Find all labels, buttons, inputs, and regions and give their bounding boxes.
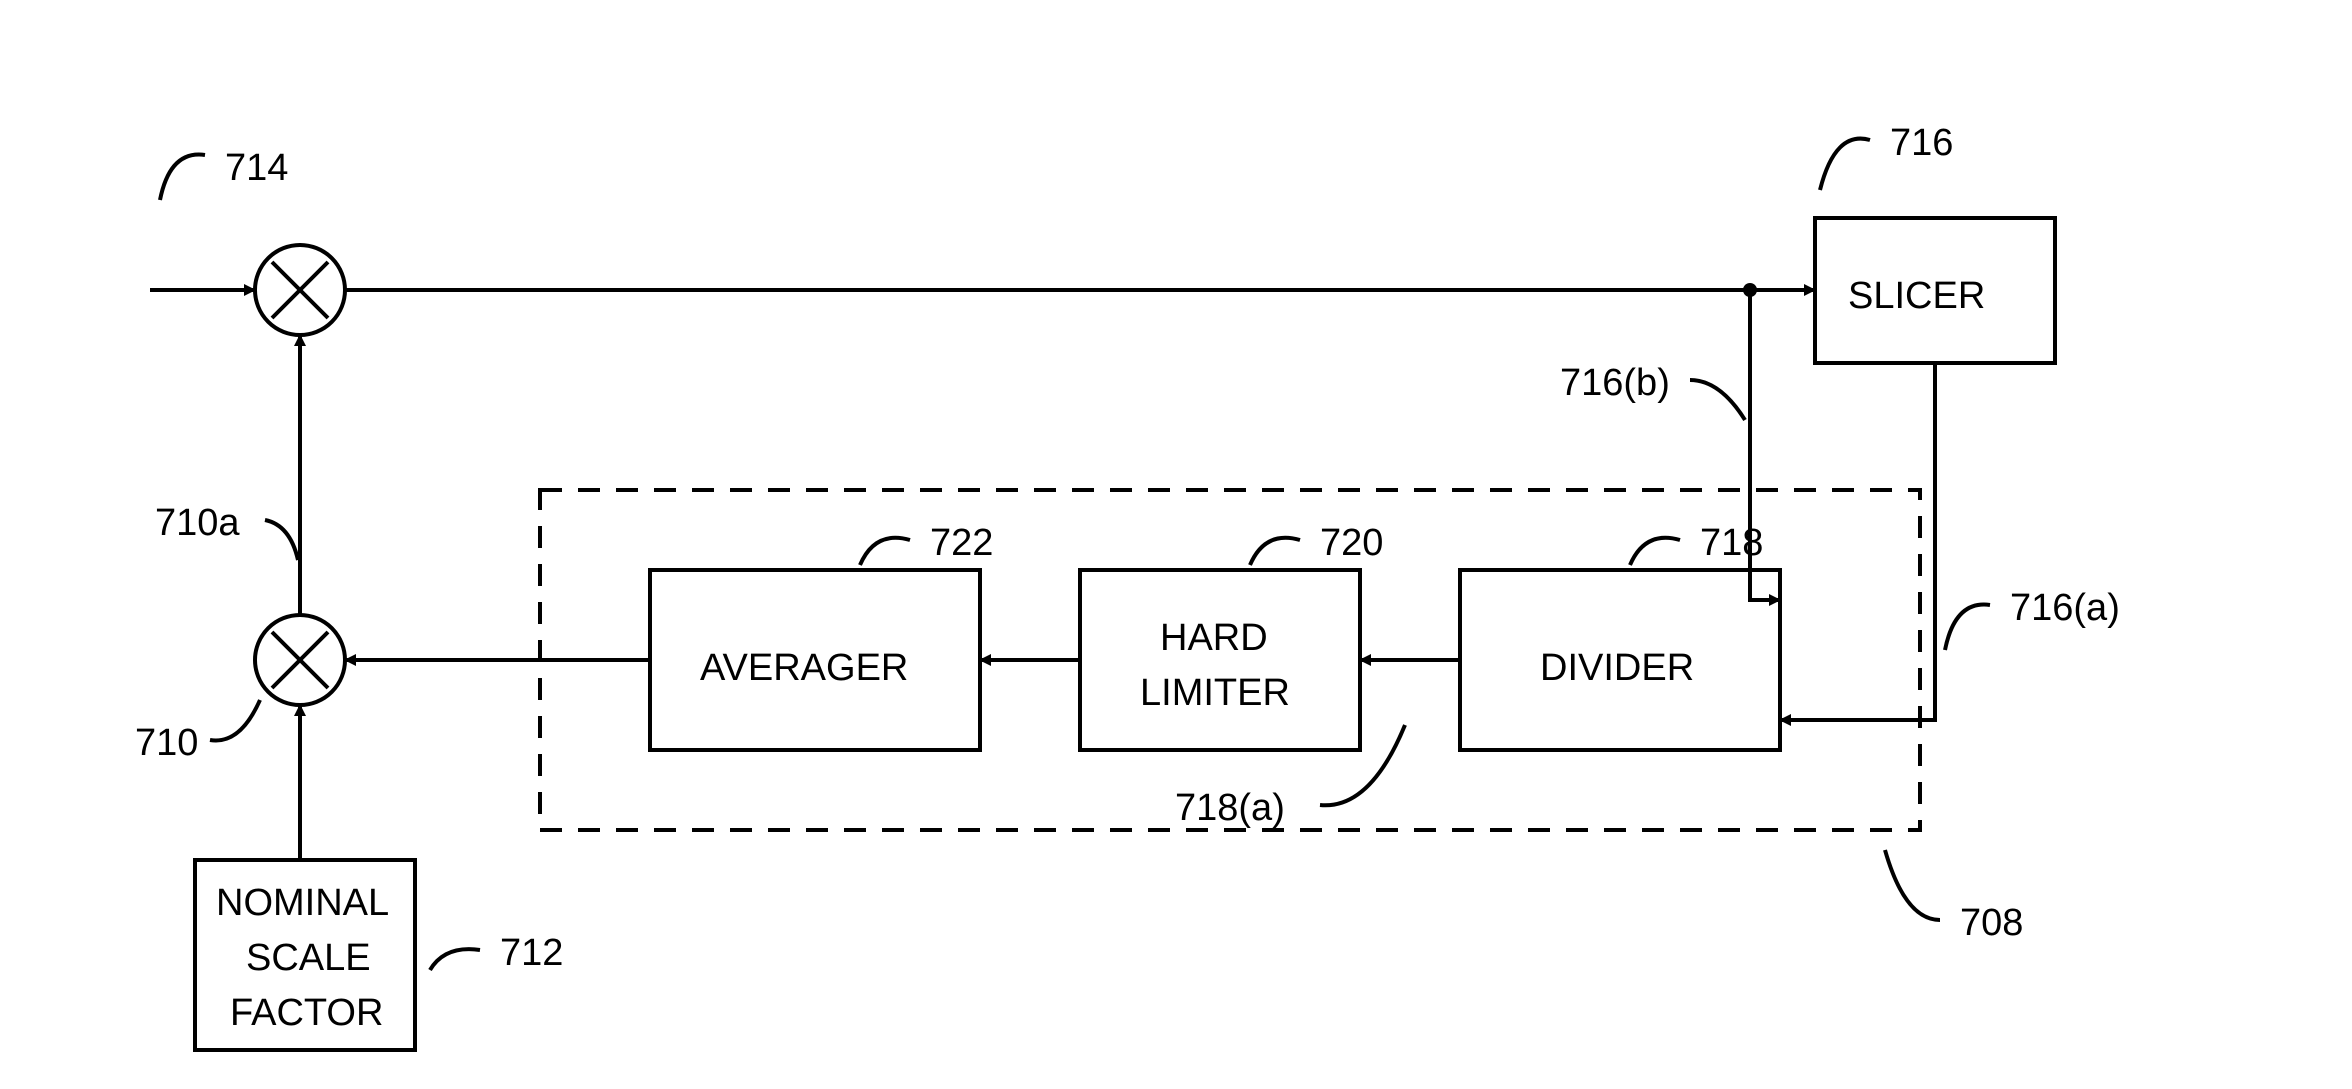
ref-leader (210, 700, 260, 741)
ref-716a: 716(a) (2010, 587, 2120, 629)
ref-leader (1250, 538, 1300, 565)
ref-leader (1885, 850, 1940, 920)
multiplier-lower (255, 615, 345, 705)
junction-dot (1743, 283, 1757, 297)
limiter-label-2: LIMITER (1140, 672, 1290, 714)
scale-l1: NOMINAL (216, 882, 389, 924)
ref-leader (1945, 605, 1990, 650)
ref-714: 714 (225, 147, 288, 189)
ref-leader (265, 520, 298, 560)
ref-leader (1690, 380, 1745, 420)
hard-limiter-block (1080, 570, 1360, 750)
ref-718a: 718(a) (1175, 787, 1285, 829)
ref-712: 712 (500, 932, 563, 974)
ref-leader (1630, 538, 1680, 565)
scale-l3: FACTOR (230, 992, 383, 1034)
multiplier-upper (255, 245, 345, 335)
ref-718: 718 (1700, 522, 1763, 564)
ref-leader (430, 949, 480, 970)
scale-l2: SCALE (246, 937, 371, 979)
ref-720: 720 (1320, 522, 1383, 564)
ref-722: 722 (930, 522, 993, 564)
ref-710: 710 (135, 722, 198, 764)
block-diagram: 714 SLICER 716 708 DIVIDER 718 HARD LIMI… (0, 0, 2352, 1089)
averager-label: AVERAGER (700, 647, 908, 689)
ref-716: 716 (1890, 122, 1953, 164)
signal-716a (1780, 363, 1935, 720)
ref-708: 708 (1960, 902, 2023, 944)
ref-leader (160, 155, 205, 200)
ref-716b: 716(b) (1560, 362, 1670, 404)
divider-label: DIVIDER (1540, 647, 1694, 689)
ref-leader (860, 538, 910, 565)
ref-leader (1320, 725, 1405, 805)
ref-710a: 710a (155, 502, 240, 544)
slicer-label: SLICER (1848, 275, 1985, 317)
limiter-label-1: HARD (1160, 617, 1268, 659)
ref-leader (1820, 139, 1870, 190)
